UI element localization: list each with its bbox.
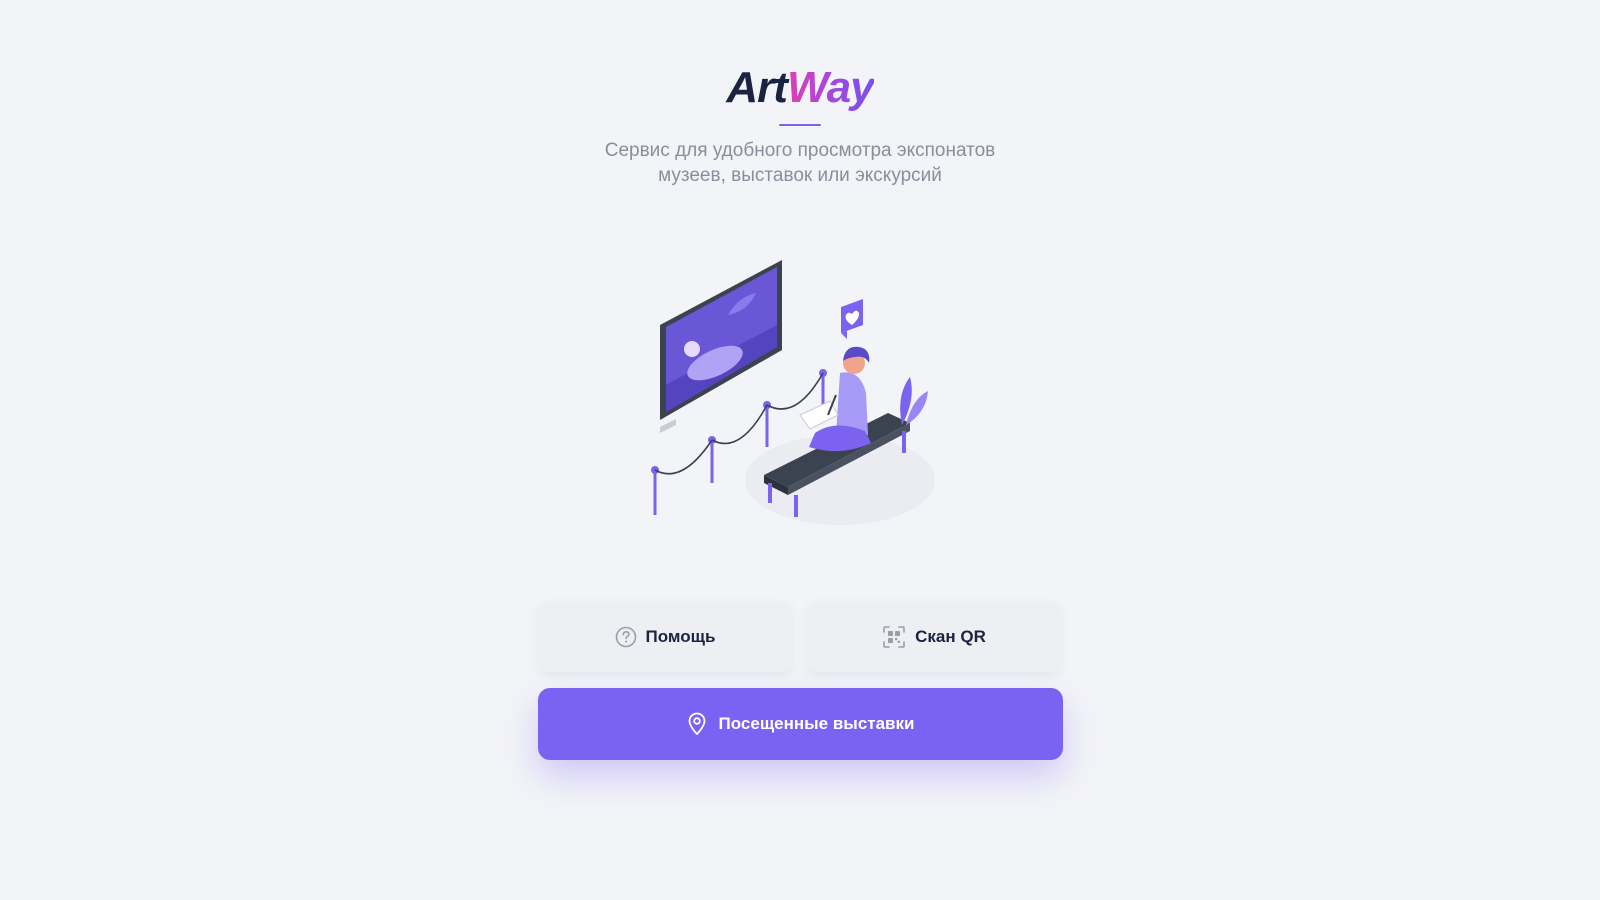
- qr-scan-icon: [882, 625, 906, 649]
- app-logo: ArtWay: [0, 60, 1600, 116]
- tagline: Сервис для удобного просмотра экспонатов…: [500, 138, 1100, 188]
- help-button[interactable]: Помощь: [538, 602, 792, 672]
- logo-divider: [779, 124, 821, 126]
- heart-icon: [841, 299, 863, 339]
- logo-text-art: Art: [726, 63, 788, 112]
- logo-text-way: Way: [786, 63, 875, 112]
- visited-exhibitions-label: Посещенные выставки: [718, 714, 915, 733]
- question-circle-icon: [615, 626, 637, 648]
- plant: [900, 377, 928, 425]
- visited-exhibitions-button[interactable]: Посещенные выставки: [538, 688, 1063, 760]
- scan-qr-button[interactable]: Скан QR: [807, 602, 1061, 672]
- help-button-label: Помощь: [645, 627, 716, 646]
- tagline-line-1: Сервис для удобного просмотра экспонатов: [604, 140, 996, 161]
- visitor-person: [799, 346, 871, 452]
- location-pin-icon: [687, 712, 707, 736]
- museum-visitor-illustration: [651, 260, 935, 525]
- tagline-line-2: музеев, выставок или экскурсий: [658, 165, 942, 186]
- scan-qr-button-label: Скан QR: [915, 627, 986, 646]
